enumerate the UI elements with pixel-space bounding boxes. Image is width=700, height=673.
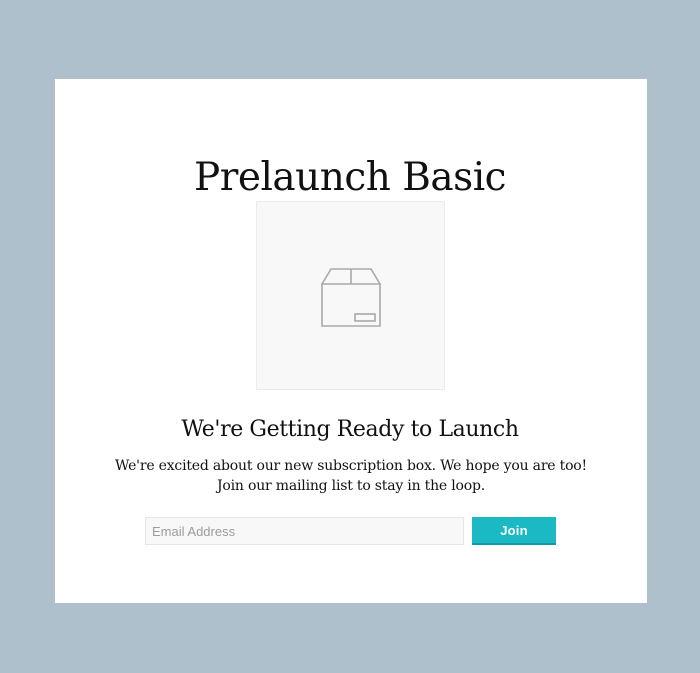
email-field[interactable] xyxy=(145,517,464,545)
box-icon xyxy=(320,268,382,327)
product-image-placeholder xyxy=(256,201,445,390)
join-button[interactable]: Join xyxy=(472,517,556,545)
page-title: Prelaunch Basic xyxy=(193,155,507,201)
launch-heading: We're Getting Ready to Launch xyxy=(181,417,519,442)
launch-description: We're excited about our new subscription… xyxy=(115,458,587,494)
